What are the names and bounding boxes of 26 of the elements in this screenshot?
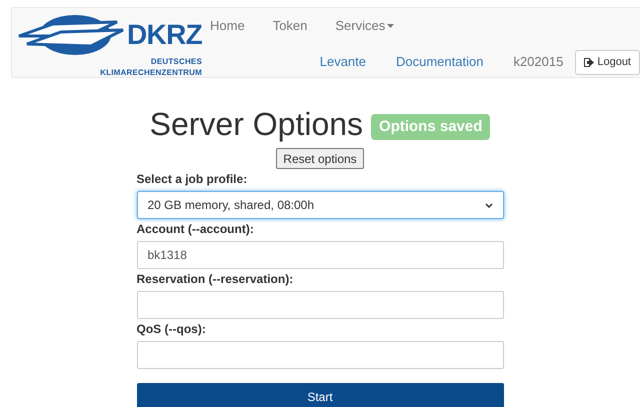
- field-label: QoS (--qos):: [136, 322, 207, 336]
- caret-icon: [387, 24, 394, 28]
- nav-link[interactable]: Home: [210, 16, 245, 36]
- nav-link[interactable]: Documentation: [396, 52, 484, 72]
- field-label: Reservation (--reservation):: [136, 272, 294, 286]
- start-button[interactable]: Start: [136, 383, 504, 407]
- field-label: Select a job profile:: [136, 172, 248, 186]
- logo-subtitle: DEUTSCHES: [150, 56, 202, 67]
- page-title: Server Options: [150, 106, 364, 142]
- input-field[interactable]: [136, 291, 504, 319]
- reset-options-button[interactable]: Reset options: [276, 148, 364, 169]
- nav-link[interactable]: Levante: [320, 52, 366, 72]
- nav-dropdown[interactable]: Services: [335, 16, 394, 36]
- logout-button[interactable]: Logout: [575, 50, 640, 74]
- username: k202015: [513, 53, 564, 72]
- input-field[interactable]: bk1318: [136, 241, 504, 269]
- sign-out-icon: [584, 58, 594, 66]
- input-field[interactable]: [136, 341, 504, 369]
- logo-subtitle: KLIMARECHENZENTRUM: [100, 67, 202, 78]
- chevron-down-icon: [484, 202, 492, 208]
- field-label: Account (--account):: [136, 222, 255, 236]
- job-profile-select[interactable]: 20 GB memory, shared, 08:00h: [136, 191, 504, 219]
- nav-link[interactable]: Token: [272, 16, 308, 36]
- logo-emblem-icon: [17, 14, 126, 56]
- status-badge: Options saved: [371, 114, 490, 140]
- logo-wordmark: DKRZ: [127, 21, 202, 49]
